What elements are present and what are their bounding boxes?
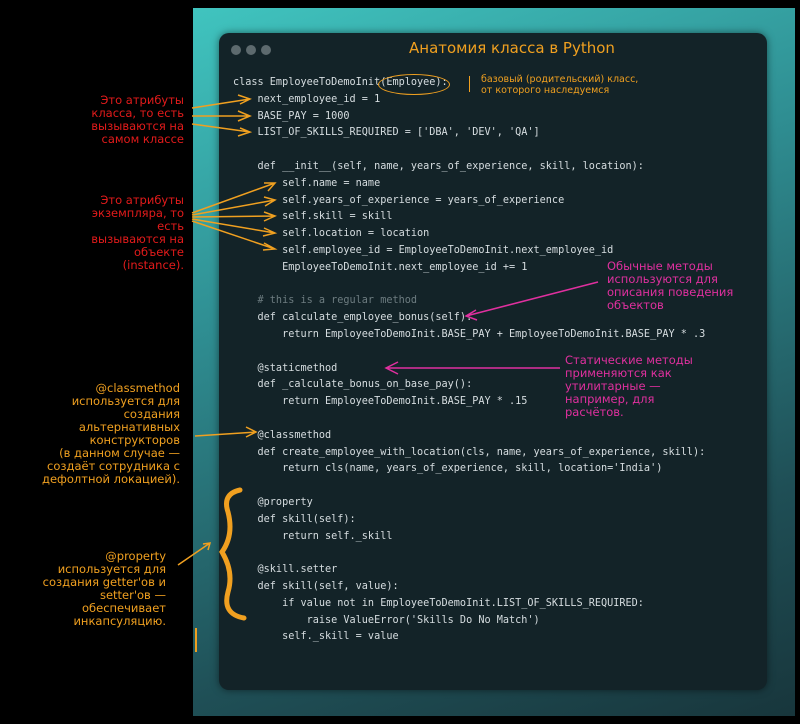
class-attr-arrow (191, 94, 253, 137)
classmethod-arrow (194, 426, 258, 438)
instance-attr-arrow (191, 182, 278, 251)
annotation-arrows (177, 94, 599, 652)
static-method-arrow (384, 361, 560, 375)
regular-method-arrow (464, 281, 599, 321)
property-arrow (177, 542, 212, 566)
property-brace (219, 487, 247, 621)
